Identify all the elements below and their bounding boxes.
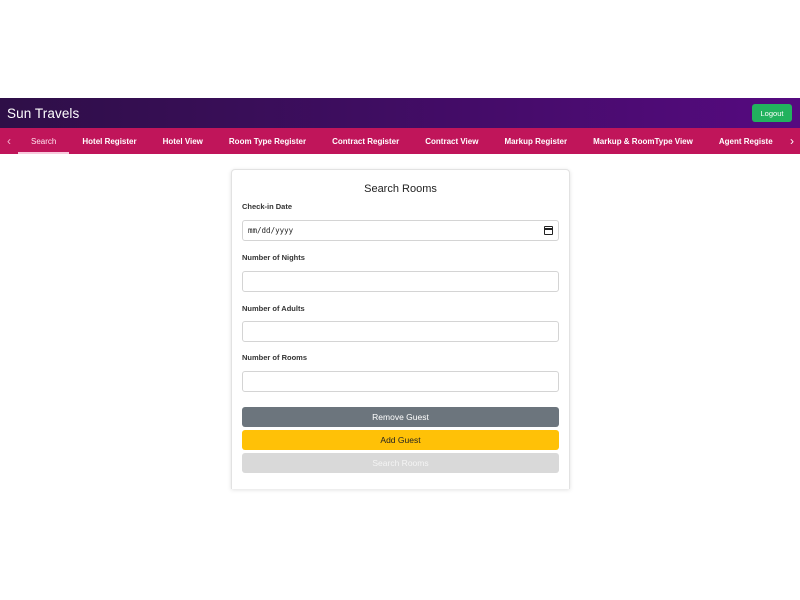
checkin-date-value: mm/dd/yyyy [248,226,294,235]
brand-title: Sun Travels [7,105,80,121]
tab-agent-register[interactable]: Agent Registe [706,128,784,154]
tab-contract-register[interactable]: Contract Register [319,128,412,154]
checkin-label: Check-in Date [242,202,293,211]
nav-items: Search Hotel Register Hotel View Room Ty… [18,128,784,154]
checkin-date-input[interactable]: mm/dd/yyyy [242,220,559,241]
search-rooms-card: Search Rooms Check-in Date mm/dd/yyyy Nu… [231,169,570,489]
logout-button[interactable]: Logout [752,104,792,122]
remove-guest-button[interactable]: Remove Guest [242,407,559,427]
tab-hotel-register[interactable]: Hotel Register [69,128,149,154]
adults-label: Number of Adults [242,304,305,313]
tab-room-type-register[interactable]: Room Type Register [216,128,319,154]
tab-search[interactable]: Search [18,128,70,154]
chevron-left-icon[interactable]: ‹ [0,128,18,154]
app-header: Sun Travels Logout [0,98,800,128]
main-nav: ‹ Search Hotel Register Hotel View Room … [0,128,800,154]
nights-input[interactable] [242,271,559,292]
calendar-icon[interactable] [544,226,553,235]
chevron-right-icon[interactable]: › [784,128,800,154]
card-title: Search Rooms [364,183,437,195]
tab-markup-register[interactable]: Markup Register [491,128,580,154]
rooms-label: Number of Rooms [242,353,308,362]
rooms-input[interactable] [242,371,559,392]
adults-input[interactable] [242,321,559,342]
tab-markup-roomtype-view[interactable]: Markup & RoomType View [580,128,706,154]
nights-label: Number of Nights [242,253,305,262]
search-rooms-button[interactable]: Search Rooms [242,453,559,473]
tab-contract-view[interactable]: Contract View [412,128,491,154]
tab-hotel-view[interactable]: Hotel View [150,128,216,154]
add-guest-button[interactable]: Add Guest [242,430,559,450]
